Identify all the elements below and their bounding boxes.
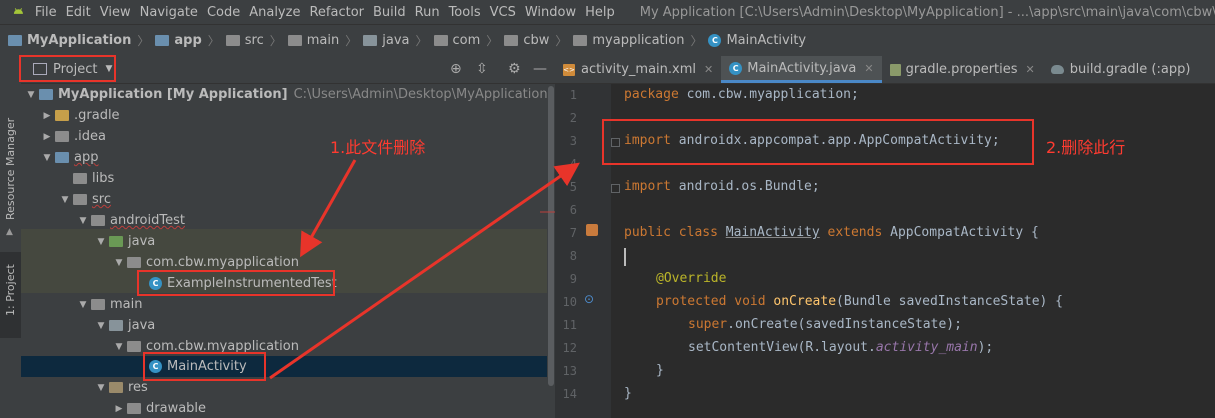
arrow-to-test-file (300, 159, 357, 258)
arrow-to-import-line (269, 162, 580, 380)
annotation-arrows (269, 159, 580, 380)
